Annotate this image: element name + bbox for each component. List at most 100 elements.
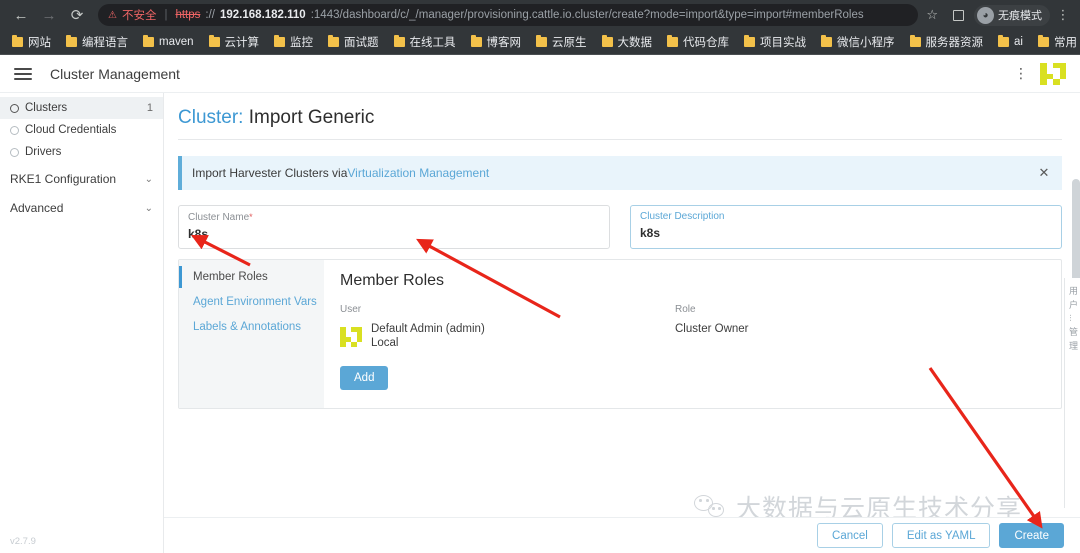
tab-list: Member Roles Agent Environment Vars Labels… — [179, 260, 324, 408]
back-arrow-icon[interactable]: ← — [8, 2, 34, 28]
forward-arrow-icon[interactable]: → — [36, 2, 62, 28]
bookmark-item[interactable]: 云计算 — [203, 32, 266, 52]
sidebar-item-cloud-credentials[interactable]: Cloud Credentials — [0, 119, 163, 141]
cluster-name-label: Cluster Name* — [188, 211, 600, 224]
sidebar-item-drivers[interactable]: Drivers — [0, 141, 163, 163]
sidebar-item-label: Drivers — [25, 146, 62, 158]
folder-icon — [998, 35, 1010, 47]
bookmark-label: 云原生 — [552, 37, 587, 49]
bookmark-item[interactable]: ai — [992, 34, 1029, 50]
chrome-menu-icon[interactable]: ⋮ — [1054, 8, 1072, 21]
folder-icon — [1037, 35, 1049, 47]
folder-icon — [601, 35, 613, 47]
bookmark-item[interactable]: 代码仓库 — [661, 32, 735, 52]
bookmark-label: ai — [1014, 36, 1023, 48]
tab-agent-environment-vars[interactable]: Agent Environment Vars — [179, 291, 324, 313]
hamburger-menu-icon[interactable] — [14, 67, 32, 80]
identicon-cell — [1060, 79, 1067, 85]
bookmark-item[interactable]: 网站 — [6, 32, 57, 52]
bookmarks-bar: 网站 编程语言 maven 云计算 监控 面试题 在线工具 博客网 云原生 大数据 代码仓库 项目实战… — [0, 30, 1080, 55]
edge-strip-char: 管 — [1068, 326, 1078, 336]
title-divider — [178, 139, 1062, 140]
bookmark-star-icon[interactable]: ☆ — [920, 7, 944, 23]
identicon-cell — [357, 342, 363, 347]
member-roles-heading: Member Roles — [340, 272, 445, 289]
reload-icon[interactable]: ⟳ — [64, 2, 90, 28]
bookmark-label: 监控 — [290, 37, 314, 49]
folder-icon — [667, 35, 679, 47]
cluster-description-input[interactable]: k8s — [640, 226, 1052, 240]
bookmark-item[interactable]: 项目实战 — [738, 32, 812, 52]
bookmark-item[interactable]: 常用 — [1032, 32, 1080, 52]
bookmark-label: maven — [159, 36, 194, 48]
banner-text: Import Harvester Clusters via — [192, 166, 348, 180]
sidebar-group-advanced[interactable]: Advanced ⌄ — [0, 195, 163, 221]
app-header: Cluster Management ⋮ — [0, 55, 1080, 93]
bookmark-item[interactable]: 服务器资源 — [904, 32, 990, 52]
cluster-page-title: Cluster: Import Generic — [178, 107, 1062, 129]
member-role-column: Role Cluster Owner — [675, 304, 749, 390]
folder-icon — [393, 35, 405, 47]
browser-chrome: ← → ⟳ ⚠ 不安全 | https:// 192.168.182.110:14… — [0, 0, 1080, 55]
extensions-icon[interactable] — [946, 3, 970, 27]
sidebar: Clusters 1 Cloud Credentials Drivers RKE1 Co… — [0, 93, 164, 553]
bookmark-item[interactable]: 监控 — [268, 32, 319, 52]
virtualization-management-link[interactable]: Virtualization Management — [347, 166, 489, 180]
vertical-dots-icon[interactable]: ⋮ — [1014, 66, 1028, 80]
browser-toolbar: ← → ⟳ ⚠ 不安全 | https:// 192.168.182.110:14… — [0, 0, 1080, 30]
folder-icon — [66, 35, 77, 47]
bookmark-item[interactable]: 大数据 — [596, 32, 659, 52]
bookmark-label: 面试题 — [344, 37, 379, 49]
folder-icon — [328, 35, 340, 47]
page-title: Cluster Management — [50, 65, 180, 82]
incognito-chip[interactable]: ◕ 无痕模式 — [974, 4, 1050, 26]
add-member-button[interactable]: Add — [340, 366, 389, 390]
right-edge-strip: 用户... 管理 — [1064, 278, 1080, 508]
bookmark-item[interactable]: 编程语言 — [60, 32, 134, 52]
globe-icon — [10, 103, 19, 113]
close-icon[interactable]: ✕ — [1034, 163, 1054, 183]
cancel-button[interactable]: Cancel — [817, 523, 883, 548]
edge-strip-char: 用 — [1068, 286, 1078, 295]
sidebar-item-label: Cloud Credentials — [25, 124, 117, 136]
address-bar[interactable]: ⚠ 不安全 | https:// 192.168.182.110:1443/das… — [98, 4, 919, 26]
tab-labels-annotations[interactable]: Labels & Annotations — [179, 316, 324, 338]
user-identicon[interactable] — [1040, 62, 1067, 85]
folder-icon — [821, 35, 833, 47]
url-separator: :// — [205, 9, 215, 21]
bookmark-label: 常用 — [1053, 37, 1077, 49]
url-host: 192.168.182.110 — [220, 9, 306, 21]
member-provider: Local — [371, 337, 399, 349]
url-path: :1443/dashboard/c/_/manager/provisioning… — [310, 9, 864, 21]
bookmark-label: 在线工具 — [409, 37, 456, 49]
incognito-label: 无痕模式 — [998, 10, 1042, 22]
sidebar-item-clusters[interactable]: Clusters 1 — [0, 97, 163, 119]
member-user-column: User Default Admin (admin) Local Add — [340, 304, 675, 390]
cluster-description-label: Cluster Description — [640, 211, 725, 222]
bookmark-item[interactable]: maven — [137, 34, 200, 50]
bookmark-label: 微信小程序 — [837, 37, 895, 49]
tab-member-roles[interactable]: Member Roles — [179, 266, 324, 288]
bookmark-item[interactable]: 云原生 — [530, 32, 593, 52]
bookmark-item[interactable]: 面试题 — [322, 32, 385, 52]
sidebar-group-rke1-configuration[interactable]: RKE1 Configuration ⌄ — [0, 166, 163, 192]
main-content: Cluster: Import Generic Import Harvester… — [164, 93, 1080, 553]
sidebar-group-label: RKE1 Configuration — [10, 172, 117, 186]
bookmark-item[interactable]: 在线工具 — [388, 32, 462, 52]
edit-as-yaml-button[interactable]: Edit as YAML — [891, 523, 991, 548]
create-button[interactable]: Create — [999, 523, 1064, 548]
folder-icon — [274, 35, 286, 47]
cluster-name-field[interactable]: Cluster Name* k8s — [178, 205, 610, 249]
cluster-name-input[interactable]: k8s — [188, 227, 600, 241]
bookmark-label: 服务器资源 — [925, 37, 984, 49]
bookmark-item[interactable]: 微信小程序 — [815, 32, 901, 52]
bookmark-label: 项目实战 — [760, 37, 807, 49]
cluster-fields: Cluster Name* k8s Cluster Description k8… — [178, 205, 1062, 249]
bookmark-item[interactable]: 博客网 — [465, 32, 528, 52]
folder-icon — [744, 35, 756, 47]
user-column-header: User — [340, 304, 362, 315]
member-identicon — [340, 326, 363, 347]
sidebar-group-label: Advanced — [10, 201, 64, 215]
cluster-description-field[interactable]: Cluster Description k8s — [630, 205, 1062, 249]
page-title-lead: Cluster: — [178, 107, 244, 128]
